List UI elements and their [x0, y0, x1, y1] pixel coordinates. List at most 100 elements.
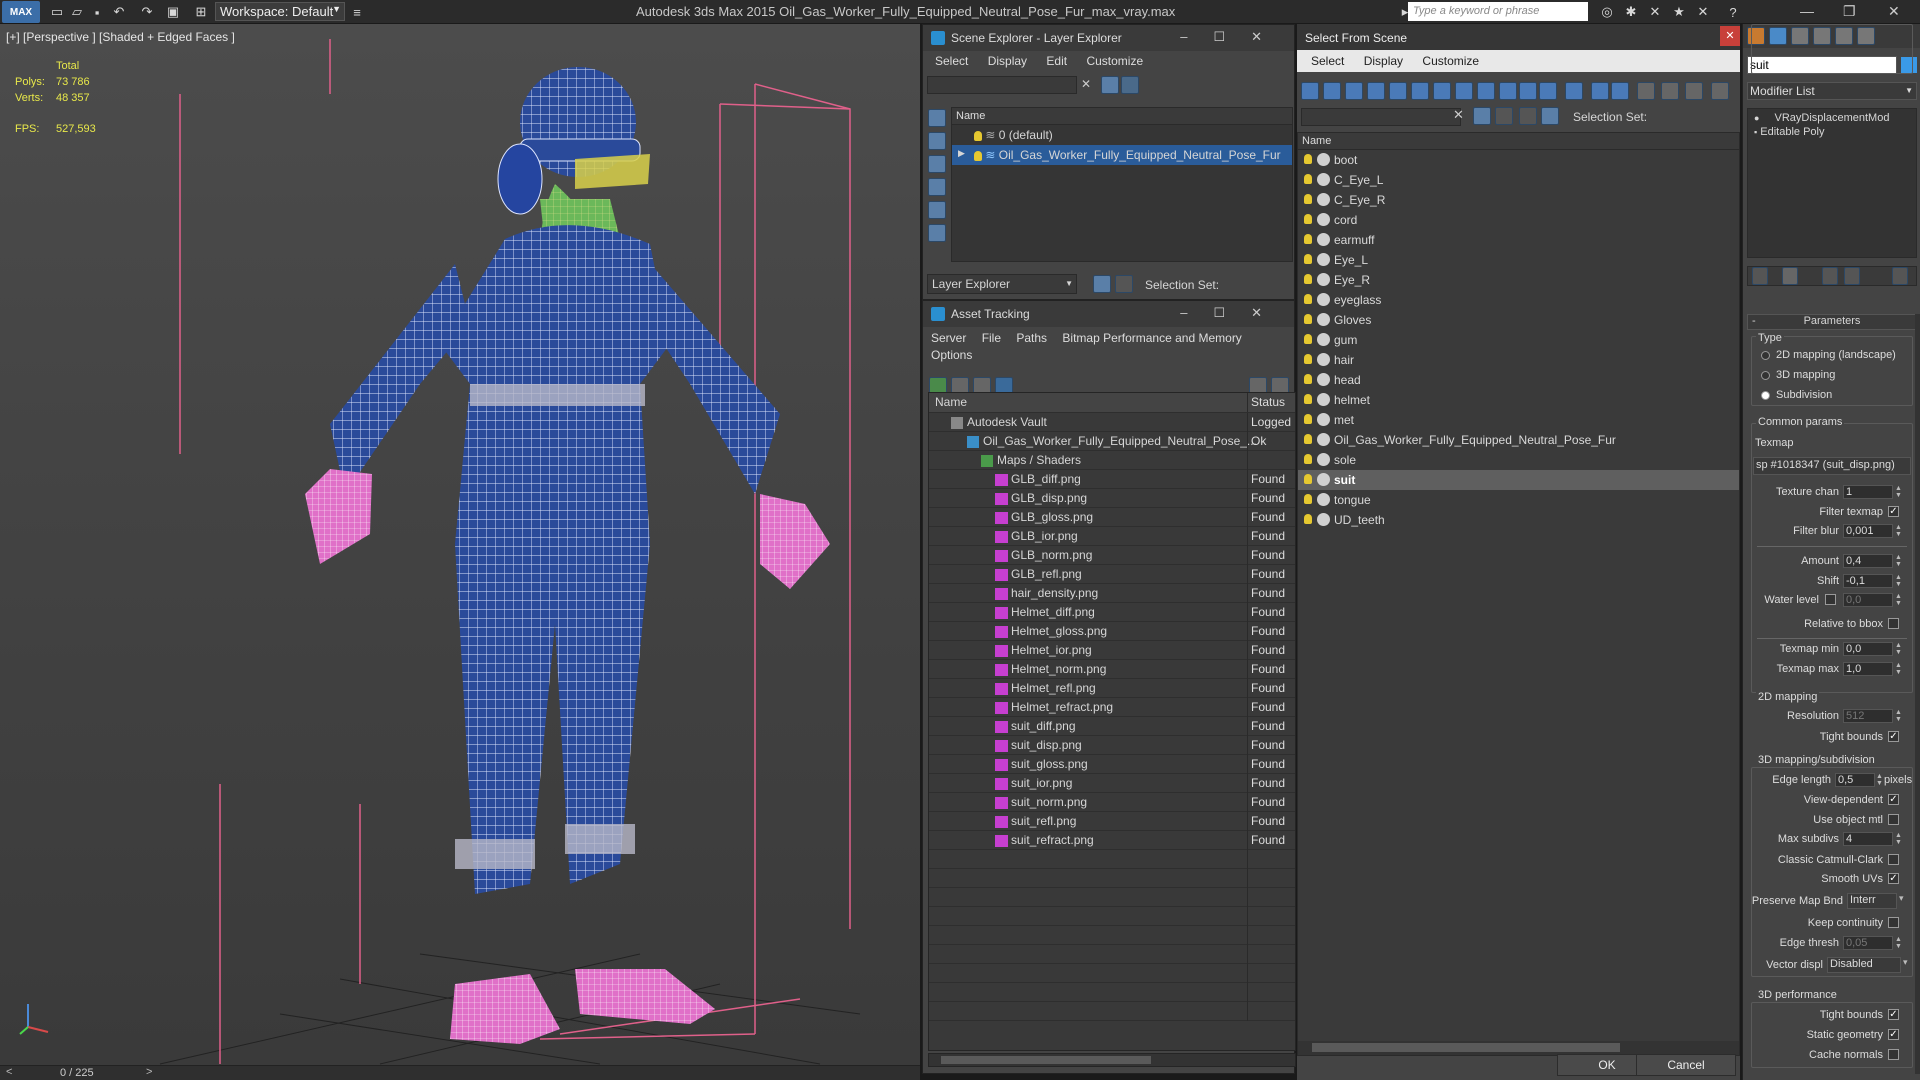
open-file-icon[interactable]: ▱ [68, 3, 86, 21]
light-bulb-icon[interactable] [1304, 454, 1312, 464]
display-lights-icon[interactable] [928, 155, 946, 173]
display-hidden-icon[interactable] [1539, 82, 1557, 100]
menu-file[interactable]: File [982, 331, 1001, 345]
perspective-viewport[interactable]: [+] [Perspective ] [Shaded + Edged Faces… [0, 24, 920, 1065]
texmap-max-input[interactable]: 1,0 [1843, 662, 1893, 676]
cancel-button[interactable]: Cancel [1636, 1054, 1736, 1076]
binoculars-icon[interactable]: ◎ [1598, 3, 1616, 21]
use-object-mtl-checkbox[interactable] [1888, 814, 1899, 825]
resolution-spinner[interactable]: ▲ ▼ [1895, 709, 1903, 723]
light-bulb-icon[interactable] [1304, 194, 1312, 204]
exchange-icon[interactable]: ✕ [1694, 3, 1712, 21]
display-helpers-icon[interactable] [1389, 82, 1407, 100]
display-invert-icon[interactable] [1611, 82, 1629, 100]
select-all-icon[interactable] [1637, 82, 1655, 100]
menu-options[interactable]: Options [931, 348, 972, 362]
asset-row[interactable]: Helmet_norm.png Found [929, 660, 1295, 679]
edge-thresh-spinner[interactable]: ▲ ▼ [1895, 936, 1903, 950]
filter-icon[interactable] [1101, 76, 1119, 94]
object-row[interactable]: met [1298, 410, 1739, 430]
asset-row[interactable]: suit_norm.png Found [929, 793, 1295, 812]
workspace-dropdown[interactable]: Workspace: Default ▼ [215, 2, 345, 21]
light-bulb-icon[interactable] [1304, 334, 1312, 344]
light-bulb-icon[interactable] [1304, 474, 1312, 484]
light-bulb-icon[interactable] [1304, 374, 1312, 384]
filter-blur-spinner[interactable]: ▲ ▼ [1895, 524, 1903, 538]
object-row[interactable]: boot [1298, 150, 1739, 170]
object-row[interactable]: gum [1298, 330, 1739, 350]
edge-thresh-input[interactable]: 0,05 [1843, 936, 1893, 950]
asset-row[interactable]: Helmet_gloss.png Found [929, 622, 1295, 641]
parameters-rollout-header[interactable]: - Parameters [1747, 314, 1917, 330]
menu-display[interactable]: Display [988, 54, 1027, 68]
display-none-icon[interactable] [1591, 82, 1609, 100]
cache-normals-checkbox[interactable] [1888, 1049, 1899, 1060]
asset-row[interactable]: GLB_gloss.png Found [929, 508, 1295, 527]
display-all-icon[interactable] [1565, 82, 1583, 100]
static-geometry-checkbox[interactable]: ✓ [1888, 1029, 1899, 1040]
display-spacewarps-icon[interactable] [928, 224, 946, 242]
light-bulb-icon[interactable] [1304, 354, 1312, 364]
clear-search-icon[interactable]: ✕ [1453, 107, 1464, 123]
hierarchy-icon[interactable] [1541, 107, 1559, 125]
display-frozen-icon[interactable] [1519, 82, 1537, 100]
asset-row[interactable]: suit_ior.png Found [929, 774, 1295, 793]
filter-icon[interactable] [1473, 107, 1491, 125]
object-row[interactable]: sole [1298, 450, 1739, 470]
restore-button[interactable]: ❐ [1843, 3, 1856, 20]
texmap-min-spinner[interactable]: ▲ ▼ [1895, 642, 1903, 656]
light-bulb-icon[interactable] [1304, 414, 1312, 424]
tight-bounds-checkbox[interactable]: ✓ [1888, 731, 1899, 742]
asset-row[interactable]: suit_gloss.png Found [929, 755, 1295, 774]
keyword-search-input[interactable]: Type a keyword or phrase [1408, 2, 1588, 21]
select-invert-icon[interactable] [1685, 82, 1703, 100]
display-xrefs-icon[interactable] [1455, 82, 1473, 100]
texture-chan-input[interactable]: 1 [1843, 485, 1893, 499]
redo-icon[interactable]: ↷ [138, 3, 156, 21]
display-geometry-icon[interactable] [928, 109, 946, 127]
asset-row[interactable]: suit_diff.png Found [929, 717, 1295, 736]
worker-model-wireframe[interactable] [305, 67, 830, 1044]
display-containers-icon[interactable] [1499, 82, 1517, 100]
object-row[interactable]: UD_teeth [1298, 510, 1739, 530]
display-lights-icon[interactable] [1345, 82, 1363, 100]
edge-length-spinner[interactable]: ▲ ▼ [1876, 773, 1884, 787]
edge-length-input[interactable]: 0,5 [1835, 773, 1875, 787]
column-name[interactable]: Name [935, 395, 967, 409]
object-row[interactable]: earmuff [1298, 230, 1739, 250]
layer-name-column[interactable]: Name [952, 108, 1292, 125]
object-row[interactable]: tongue [1298, 490, 1739, 510]
asset-row[interactable]: suit_disp.png Found [929, 736, 1295, 755]
minimize-button[interactable]: — [1800, 3, 1814, 19]
perf-tight-bounds-checkbox[interactable]: ✓ [1888, 1009, 1899, 1020]
app-logo[interactable]: MAX [2, 1, 40, 23]
pin-stack-icon[interactable] [1752, 267, 1768, 285]
object-horizontal-scrollbar[interactable] [1298, 1041, 1739, 1055]
light-bulb-icon[interactable] [1304, 294, 1312, 304]
light-bulb-icon[interactable] [1304, 234, 1312, 244]
asset-row[interactable]: suit_refl.png Found [929, 812, 1295, 831]
light-bulb-icon[interactable] [1304, 434, 1312, 444]
select-search-input[interactable] [1301, 108, 1461, 126]
expand-arrow-icon[interactable]: ▶ [958, 148, 965, 159]
view-dependent-checkbox[interactable]: ✓ [1888, 794, 1899, 805]
help-icon[interactable]: ? [1724, 3, 1742, 21]
object-row[interactable]: C_Eye_L [1298, 170, 1739, 190]
project-folder-icon[interactable]: ▣ [164, 3, 182, 21]
select-from-scene-titlebar[interactable]: Select From Scene [1297, 24, 1740, 50]
explorer-type-dropdown[interactable]: Layer Explorer ▼ [927, 274, 1077, 294]
hierarchy-icon[interactable] [1115, 275, 1133, 293]
object-row[interactable]: Oil_Gas_Worker_Fully_Equipped_Neutral_Po… [1298, 430, 1739, 450]
filter-icon[interactable] [1711, 82, 1729, 100]
object-row[interactable]: head [1298, 370, 1739, 390]
prev-frame-icon[interactable]: < [6, 1066, 12, 1078]
relative-bbox-checkbox[interactable] [1888, 618, 1899, 629]
light-bulb-icon[interactable] [1304, 274, 1312, 284]
viewport-label[interactable]: [+] [Perspective ] [Shaded + Edged Faces… [6, 30, 235, 44]
object-row[interactable]: Gloves [1298, 310, 1739, 330]
window-controls[interactable]: –☐✕ [1180, 29, 1288, 45]
object-row[interactable]: eyeglass [1298, 290, 1739, 310]
asset-row[interactable]: GLB_ior.png Found [929, 527, 1295, 546]
asset-row[interactable]: Helmet_ior.png Found [929, 641, 1295, 660]
shift-input[interactable]: -0,1 [1843, 574, 1893, 588]
